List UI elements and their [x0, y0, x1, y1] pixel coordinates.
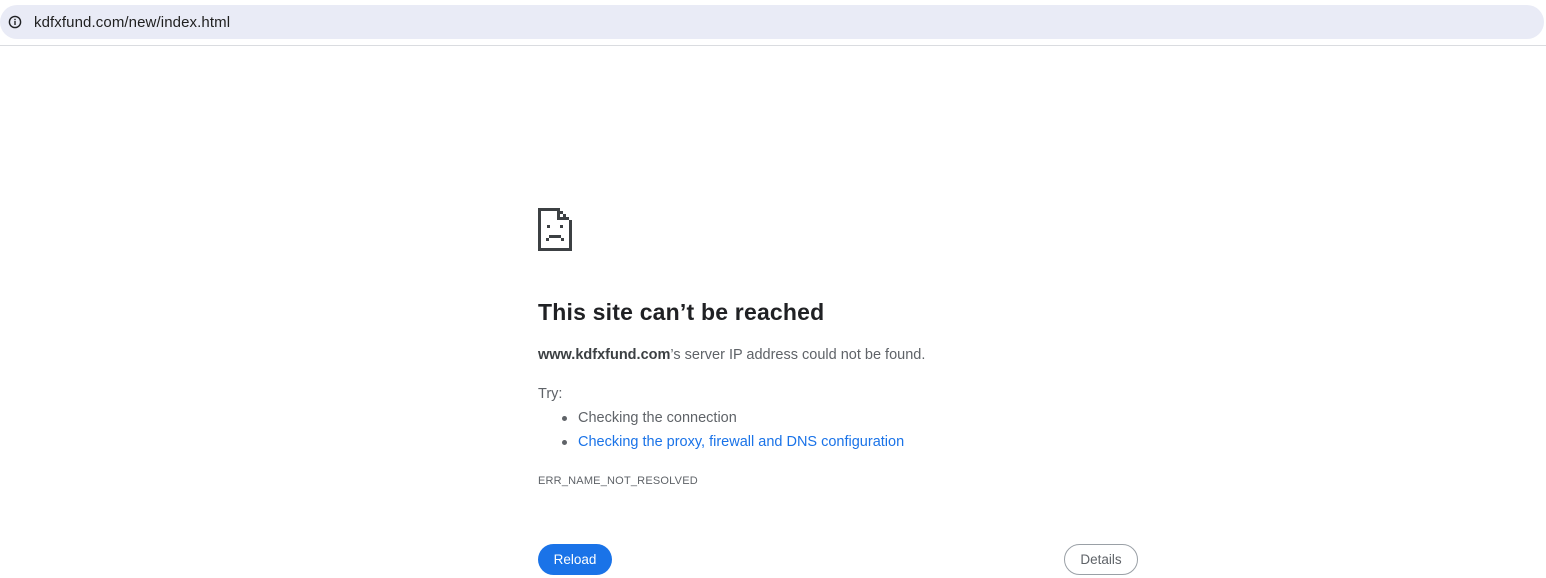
error-summary: www.kdfxfund.com’s server IP address cou…: [538, 347, 925, 363]
bullet-icon: [562, 440, 567, 445]
browser-toolbar: kdfxfund.com/new/index.html: [0, 0, 1546, 46]
error-code: ERR_NAME_NOT_RESOLVED: [538, 475, 698, 487]
url-text[interactable]: kdfxfund.com/new/index.html: [34, 14, 230, 31]
proxy-firewall-dns-link[interactable]: Checking the proxy, firewall and DNS con…: [578, 434, 904, 450]
suggestion-text: Checking the connection: [578, 410, 737, 426]
details-button[interactable]: Details: [1064, 544, 1138, 575]
error-headline: This site can’t be reached: [538, 299, 825, 325]
error-summary-text: ’s server IP address could not be found.: [670, 347, 926, 363]
reload-button[interactable]: Reload: [538, 544, 612, 575]
info-icon[interactable]: [8, 15, 22, 29]
bullet-icon: [562, 416, 567, 421]
suggestion-check-proxy[interactable]: Checking the proxy, firewall and DNS con…: [538, 432, 904, 456]
sad-page-icon: [538, 208, 572, 251]
suggestions-list: Checking the connection Checking the pro…: [538, 408, 904, 456]
error-host: www.kdfxfund.com: [538, 347, 671, 363]
suggestion-check-connection: Checking the connection: [538, 408, 904, 432]
address-bar[interactable]: kdfxfund.com/new/index.html: [0, 5, 1544, 39]
try-label: Try:: [538, 386, 563, 402]
